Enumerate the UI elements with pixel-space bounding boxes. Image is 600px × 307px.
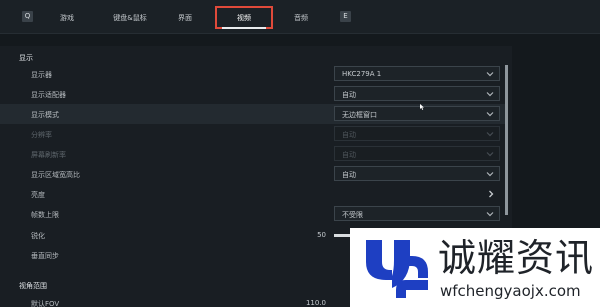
chevron-down-icon	[486, 132, 494, 137]
setting-label: 默认FOV	[31, 300, 60, 307]
setting-row-monitor[interactable]: 显示器 HKC279A 1	[0, 64, 505, 84]
chevron-right-icon[interactable]	[486, 189, 496, 199]
top-tab-bar: Q 游戏 键盘&鼠标 界面 视频 音频 E	[0, 0, 600, 34]
dropdown-value: 无边框窗口	[342, 111, 377, 119]
setting-row-display-mode[interactable]: 显示模式 无边框窗口	[0, 104, 505, 124]
display-mode-dropdown[interactable]: 无边框窗口	[334, 106, 500, 121]
tab-game[interactable]: 游戏	[50, 11, 84, 25]
aspect-ratio-dropdown[interactable]: 自动	[334, 166, 500, 181]
watermark-logo-icon	[366, 240, 428, 298]
setting-row-aspect-ratio[interactable]: 显示区域宽高比 自动	[0, 164, 505, 184]
chevron-down-icon	[486, 72, 494, 77]
setting-label: 显示模式	[31, 111, 59, 119]
chevron-down-icon	[486, 152, 494, 157]
tab-keyboard-mouse[interactable]: 键盘&鼠标	[100, 11, 160, 25]
setting-row-brightness[interactable]: 亮度	[0, 184, 505, 204]
refresh-rate-dropdown: 自动	[334, 146, 500, 161]
dropdown-value: 自动	[342, 91, 356, 99]
setting-label: 屏幕刷新率	[31, 151, 66, 159]
watermark-title: 诚耀资讯	[438, 236, 595, 280]
setting-label: 帧数上限	[31, 211, 59, 219]
section-title-fov: 视角范围	[19, 282, 47, 290]
resolution-dropdown: 自动	[334, 126, 500, 141]
display-adapter-dropdown[interactable]: 自动	[334, 86, 500, 101]
next-tab-key[interactable]: E	[340, 11, 351, 22]
slider-value: 110.0	[305, 299, 326, 307]
chevron-down-icon	[486, 212, 494, 217]
chevron-down-icon	[486, 92, 494, 97]
setting-label: 显示器	[31, 71, 52, 79]
setting-label: 显示区域宽高比	[31, 171, 80, 179]
setting-label: 分辨率	[31, 131, 52, 139]
setting-row-frame-limit[interactable]: 帧数上限 不受限	[0, 204, 505, 224]
tab-audio[interactable]: 音频	[284, 11, 318, 25]
dropdown-value: 不受限	[342, 211, 363, 219]
active-tab-highlight	[215, 6, 273, 29]
monitor-dropdown[interactable]: HKC279A 1	[334, 66, 500, 81]
setting-label: 垂直同步	[31, 252, 59, 260]
setting-label: 显示适配器	[31, 91, 66, 99]
dropdown-value: 自动	[342, 151, 356, 159]
watermark: 诚耀资讯 wfchengyaojx.com	[350, 228, 600, 307]
prev-tab-key[interactable]: Q	[22, 11, 33, 22]
chevron-down-icon	[486, 172, 494, 177]
dropdown-value: HKC279A 1	[342, 70, 382, 78]
setting-row-refresh-rate: 屏幕刷新率 自动	[0, 144, 505, 164]
setting-label: 亮度	[31, 191, 45, 199]
slider-value: 50	[317, 231, 326, 239]
mouse-cursor-icon	[420, 104, 424, 110]
tab-interface[interactable]: 界面	[168, 11, 202, 25]
setting-label: 锐化	[31, 232, 45, 240]
dropdown-value: 自动	[342, 171, 356, 179]
setting-row-resolution: 分辨率 自动	[0, 124, 505, 144]
dropdown-value: 自动	[342, 131, 356, 139]
chevron-down-icon	[486, 112, 494, 117]
active-tab-underline	[222, 27, 266, 29]
scrollbar[interactable]	[505, 65, 508, 215]
watermark-url: wfchengyaojx.com	[440, 282, 581, 300]
setting-row-display-adapter[interactable]: 显示适配器 自动	[0, 84, 505, 104]
frame-limit-dropdown[interactable]: 不受限	[334, 206, 500, 221]
section-title-display: 显示	[19, 54, 33, 62]
